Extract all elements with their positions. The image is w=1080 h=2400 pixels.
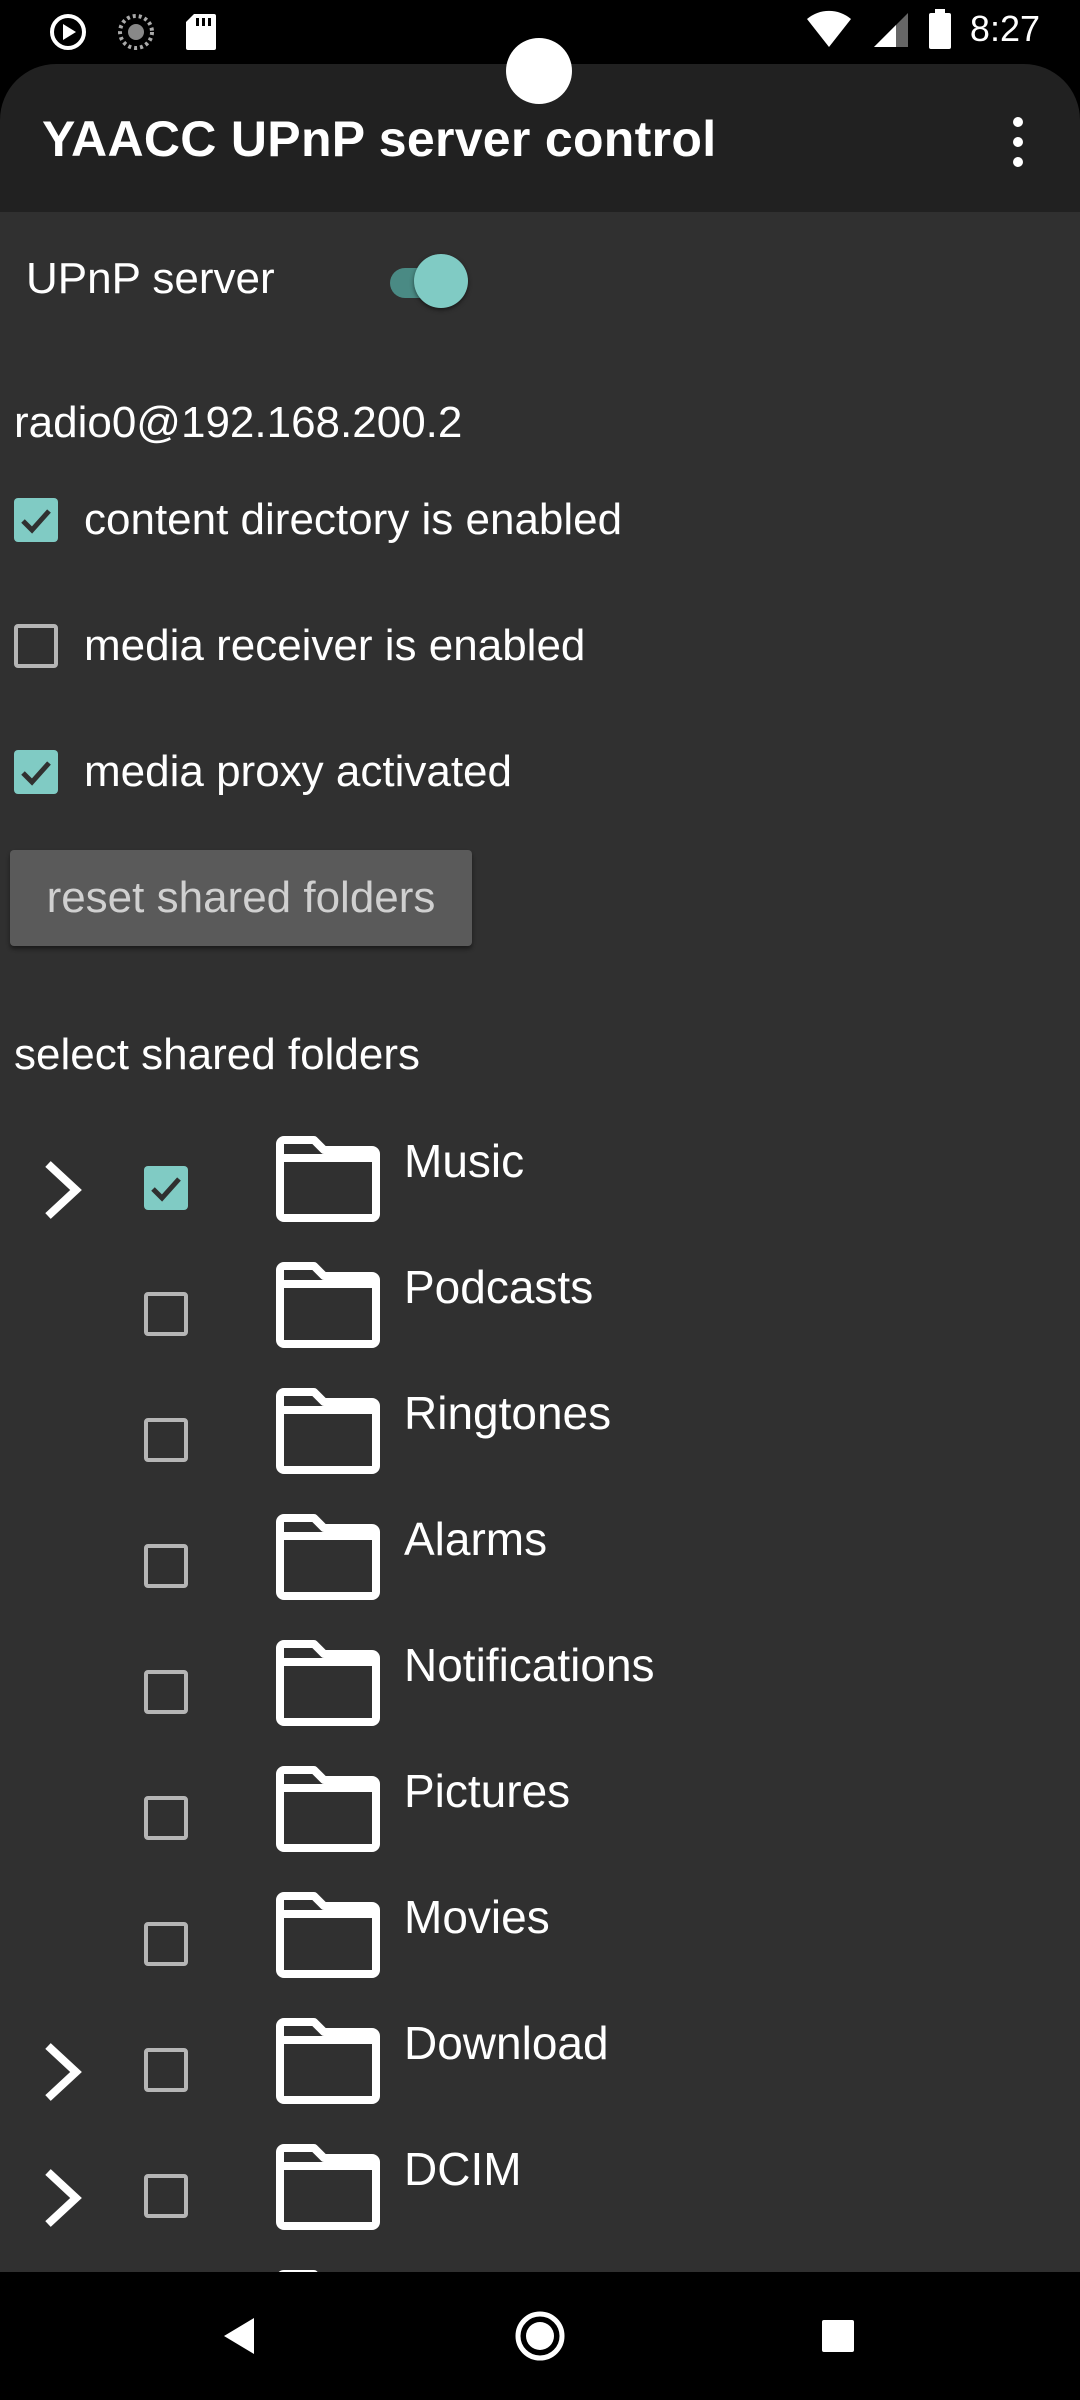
folder-icon [276, 1514, 380, 1600]
folder-row-notifications[interactable]: Notifications [0, 1634, 1080, 1760]
reset-shared-folders-button[interactable]: reset shared folders [10, 850, 472, 946]
folder-icon [276, 1388, 380, 1474]
battery-icon [928, 9, 951, 49]
toggle-thumb [414, 254, 468, 308]
folder-checkbox-notifications[interactable] [144, 1670, 188, 1714]
folder-icon [276, 1892, 380, 1978]
chevron-right-icon[interactable] [40, 1158, 88, 1222]
navigation-bar [0, 2272, 1080, 2400]
folder-icon [276, 1262, 380, 1348]
folder-icon [276, 2018, 380, 2104]
folder-checkbox-pictures[interactable] [144, 1796, 188, 1840]
folder-name-alarms: Alarms [404, 1513, 548, 1565]
app-title: YAACC UPnP server control [42, 111, 717, 167]
chevron-right-icon[interactable] [40, 2166, 88, 2230]
folder-row-partial [0, 2264, 1080, 2272]
media-receiver-label: media receiver is enabled [84, 621, 586, 670]
status-icons-right: 8:27 [806, 8, 1040, 50]
media-proxy-option[interactable]: media proxy activated [14, 732, 512, 812]
folder-row-podcasts[interactable]: Podcasts [0, 1256, 1080, 1382]
folder-name-music: Music [404, 1135, 525, 1187]
folder-row-dcim[interactable]: DCIM [0, 2138, 1080, 2264]
overflow-menu-button[interactable] [996, 112, 1040, 172]
folder-checkbox-ringtones[interactable] [144, 1418, 188, 1462]
content-directory-checkbox[interactable] [14, 498, 58, 542]
overflow-menu-icon [1013, 117, 1023, 167]
media-receiver-checkbox[interactable] [14, 624, 58, 668]
folder-name-podcasts: Podcasts [404, 1261, 594, 1313]
sd-card-icon [186, 14, 216, 50]
media-proxy-label: media proxy activated [84, 747, 512, 796]
folder-name-ringtones: Ringtones [404, 1387, 612, 1439]
folder-checkbox-podcasts[interactable] [144, 1292, 188, 1336]
folder-name-movies: Movies [404, 1891, 550, 1943]
upnp-server-row: UPnP server [26, 242, 626, 322]
folder-row-download[interactable]: Download [0, 2012, 1080, 2138]
folder-checkbox-music[interactable] [144, 1166, 188, 1210]
content-directory-option[interactable]: content directory is enabled [14, 480, 622, 560]
folder-checkbox-download[interactable] [144, 2048, 188, 2092]
folder-checkbox-dcim[interactable] [144, 2174, 188, 2218]
upnp-server-toggle[interactable] [366, 250, 486, 310]
folder-checkbox-movies[interactable] [144, 1922, 188, 1966]
home-icon[interactable] [510, 2306, 570, 2366]
folder-name-download: Download [404, 2017, 609, 2069]
recents-icon[interactable] [808, 2306, 868, 2366]
folder-icon [276, 2144, 380, 2230]
select-shared-folders-label: select shared folders [14, 1030, 420, 1079]
media-proxy-checkbox[interactable] [14, 750, 58, 794]
status-time: 8:27 [969, 8, 1040, 49]
upnp-server-label: UPnP server [26, 254, 275, 303]
folder-row-music[interactable]: Music [0, 1130, 1080, 1256]
camera-cutout [506, 38, 572, 104]
server-address: radio0@192.168.200.2 [14, 398, 463, 447]
play-circle-icon [50, 14, 86, 50]
folder-row-ringtones[interactable]: Ringtones [0, 1382, 1080, 1508]
chevron-right-icon[interactable] [40, 2040, 88, 2104]
folder-name-notifications: Notifications [404, 1639, 655, 1691]
media-receiver-option[interactable]: media receiver is enabled [14, 606, 585, 686]
cell-signal-icon [873, 13, 908, 47]
folder-icon [276, 1640, 380, 1726]
folder-name-dcim: DCIM [404, 2143, 522, 2195]
status-icons-left [48, 12, 218, 52]
folder-row-pictures[interactable]: Pictures [0, 1760, 1080, 1886]
loading-spinner-icon [118, 14, 154, 50]
folder-row-movies[interactable]: Movies [0, 1886, 1080, 2012]
folder-icon [276, 1136, 380, 1222]
folder-name-pictures: Pictures [404, 1765, 571, 1817]
folder-row-alarms[interactable]: Alarms [0, 1508, 1080, 1634]
wifi-icon [806, 10, 851, 47]
main-content: UPnP server radio0@192.168.200.2 content… [0, 212, 1080, 2272]
folder-icon [276, 1766, 380, 1852]
back-icon[interactable] [210, 2306, 270, 2366]
content-directory-label: content directory is enabled [84, 495, 623, 544]
folder-checkbox-alarms[interactable] [144, 1544, 188, 1588]
